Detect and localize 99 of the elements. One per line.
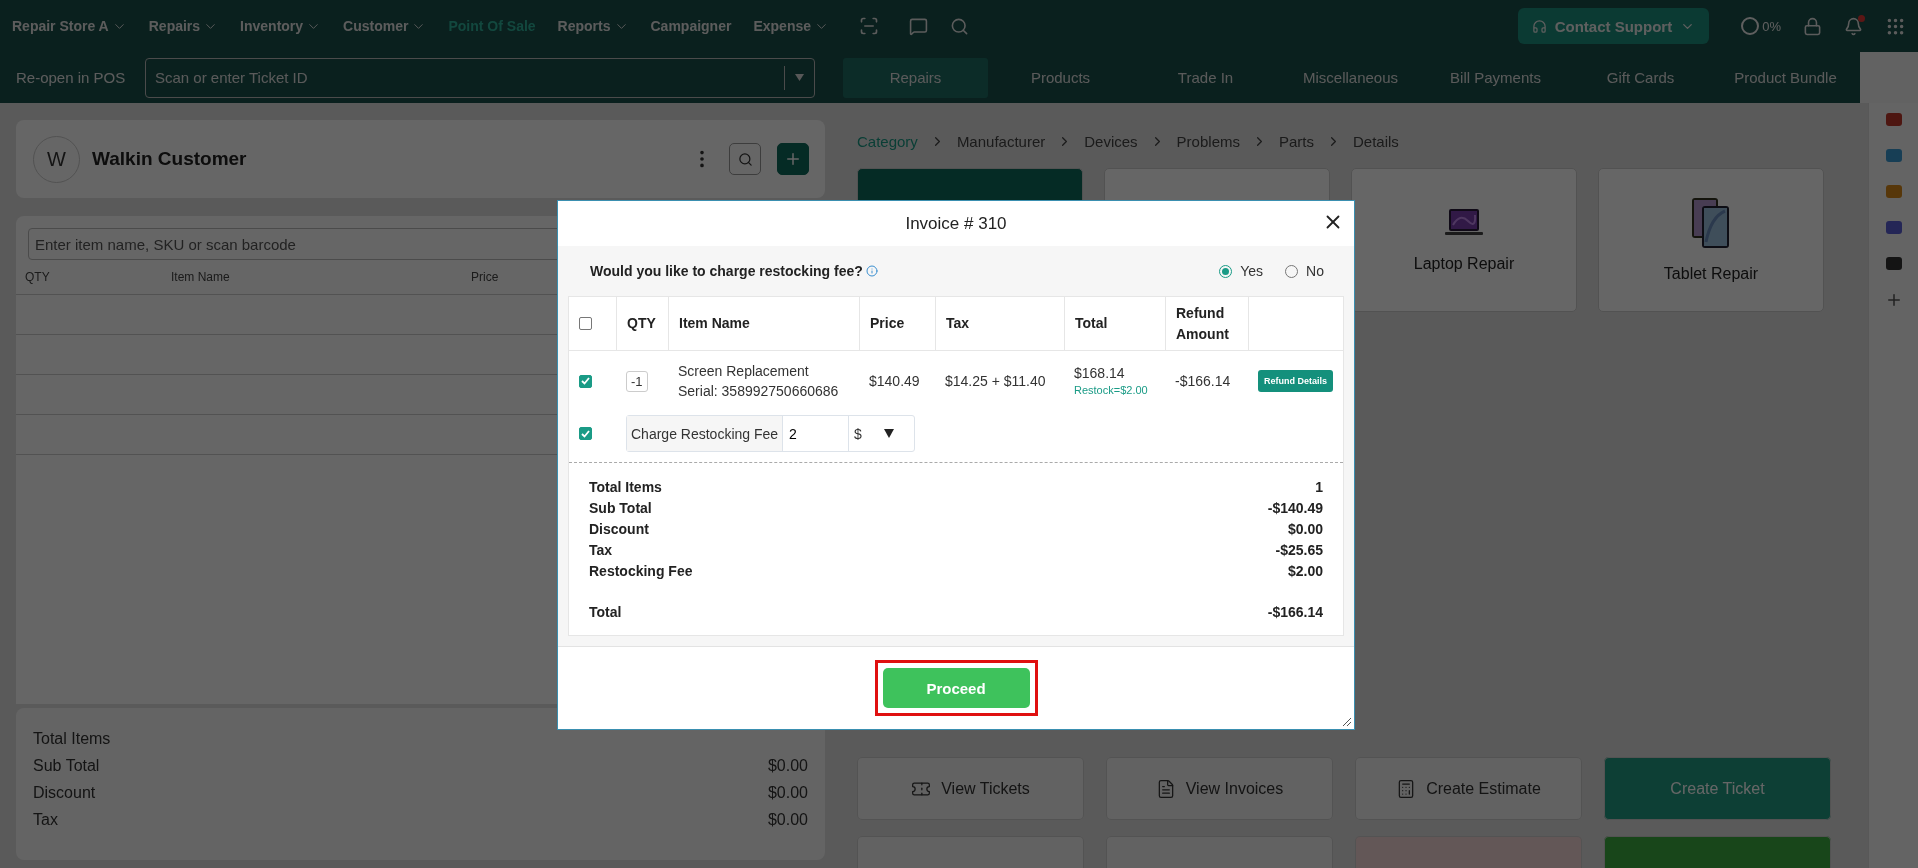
customer-name: Walkin Customer [92, 148, 248, 170]
check-icon [581, 377, 590, 385]
summary-value: -$25.65 [1275, 541, 1323, 560]
summary-label: Discount [589, 520, 649, 539]
nav-item[interactable]: Reports [557, 18, 629, 34]
info-icon[interactable] [865, 265, 878, 277]
column-header: QTY [627, 314, 656, 333]
category-tab[interactable]: Trade In [1133, 57, 1278, 98]
category-tab[interactable]: Products [988, 57, 1133, 98]
category-tab[interactable]: Bill Payments [1423, 57, 1568, 98]
summary-label: Tax [589, 541, 613, 560]
summary-value: -$166.14 [1267, 603, 1323, 622]
category-tab[interactable]: Product Bundle [1713, 57, 1858, 98]
radio-option[interactable]: No [1285, 263, 1324, 279]
app-shortcut-icon[interactable] [1884, 255, 1903, 271]
nav-item[interactable]: Repair Store A [12, 18, 127, 34]
total-label: Discount [33, 784, 96, 802]
breadcrumb-item[interactable]: Category [857, 133, 918, 150]
plus-icon [784, 150, 802, 168]
column-header: Price [870, 314, 905, 333]
restocking-checkbox[interactable] [579, 427, 592, 440]
app-shortcut-icon[interactable] [1884, 111, 1903, 127]
dropdown-caret-icon [795, 74, 804, 81]
column-header: Price [471, 270, 499, 284]
nav-item[interactable]: Customer [343, 18, 427, 34]
app-shortcut-icon[interactable] [1884, 147, 1903, 163]
summary-label: Total Items [589, 478, 662, 497]
headphones-icon [1531, 18, 1547, 34]
column-header: Total [1075, 314, 1108, 333]
table-cell-text: -$166.14 [1175, 371, 1232, 391]
summary-value: 1 [1315, 478, 1323, 497]
category-card[interactable]: Tablet Repair [1598, 168, 1824, 312]
summary-value: $0.00 [1287, 520, 1323, 539]
category-card[interactable]: Laptop Repair [1351, 168, 1577, 312]
contact-support-button[interactable]: Contact Support [1517, 8, 1710, 44]
column-header: Item Name [171, 270, 230, 284]
breadcrumb-item[interactable]: Details [1353, 133, 1399, 150]
total-value: $0.00 [767, 784, 808, 802]
summary-label: Total [589, 603, 622, 622]
nav-item[interactable]: Campaigner [650, 18, 732, 34]
search-icon[interactable] [950, 16, 969, 36]
lock-icon[interactable] [1803, 16, 1822, 36]
summary-value: -$140.49 [1267, 499, 1323, 518]
ticket-id-field[interactable]: Scan or enter Ticket ID [153, 68, 784, 87]
breadcrumb-item[interactable]: Problems [1176, 133, 1240, 150]
ticket-id-combobox[interactable]: Scan or enter Ticket ID [145, 57, 815, 98]
proceed-button[interactable]: Proceed [882, 668, 1030, 708]
nav-item[interactable]: Repairs [148, 18, 219, 34]
total-label: Tax [33, 811, 58, 829]
progress-text: 0% [1762, 18, 1781, 34]
column-header: Refund Amount [1176, 303, 1230, 344]
dialog-title: Invoice # 310 [905, 213, 1007, 234]
action-button[interactable]: Create Ticket [1604, 757, 1831, 820]
item-checkbox[interactable] [579, 374, 592, 388]
summary-value: $2.00 [1287, 562, 1323, 581]
app-shortcut-icon[interactable] [1884, 219, 1903, 235]
category-tab[interactable]: Gift Cards [1568, 57, 1713, 98]
bell-icon[interactable] [1844, 16, 1863, 36]
tablet-icon [1691, 197, 1731, 249]
total-label: Total Items [33, 730, 111, 748]
radio-option[interactable]: Yes [1219, 263, 1264, 279]
resize-handle-icon[interactable] [1342, 717, 1352, 727]
item-serial: Serial: 358992750660686 [678, 382, 840, 401]
column-header: QTY [25, 270, 50, 284]
item-name: Screen Replacement [678, 361, 810, 381]
progress-ring-icon [1741, 17, 1760, 35]
search-icon [737, 151, 753, 167]
category-tab[interactable]: Repairs [843, 57, 988, 98]
app-shortcut-icon[interactable] [1884, 183, 1903, 199]
total-value: $0.00 [767, 757, 808, 775]
action-button[interactable]: View Invoices [1106, 757, 1333, 820]
action-button[interactable]: Create Estimate [1355, 757, 1582, 820]
column-header: Tax [946, 314, 970, 333]
table-cell-text: $168.14 [1074, 363, 1126, 383]
select-all-checkbox[interactable] [579, 317, 592, 330]
scan-icon[interactable] [859, 16, 879, 36]
total-label: Sub Total [33, 757, 100, 775]
breadcrumb-item[interactable]: Manufacturer [956, 133, 1046, 150]
check-icon [581, 429, 590, 438]
breadcrumb-item[interactable]: Devices [1084, 133, 1138, 150]
add-button[interactable] [777, 143, 809, 175]
column-header: Item Name [679, 314, 750, 333]
nav-item[interactable]: Inventory [240, 18, 322, 34]
summary-label: Sub Total [589, 499, 652, 518]
nav-item[interactable]: Expense [753, 18, 829, 34]
reopen-label: Re-open in POS [16, 69, 127, 86]
search-button[interactable] [729, 143, 761, 175]
total-value: $0.00 [767, 811, 808, 829]
category-tab[interactable]: Miscellaneous [1278, 57, 1423, 98]
breadcrumb-item[interactable]: Parts [1278, 133, 1314, 150]
refund-details-button[interactable]: Refund Details [1258, 370, 1333, 392]
summary-label: Restocking Fee [589, 562, 693, 581]
table-cell-text: $14.25 + $11.40 [945, 371, 1047, 391]
qty-field[interactable]: -1 [626, 371, 648, 392]
restocking-question: Would you like to charge restocking fee? [590, 263, 863, 279]
table-cell-text: $140.49 [869, 371, 921, 391]
restock-note: Restock=$2.00 [1074, 383, 1149, 399]
action-button[interactable]: View Tickets [857, 757, 1084, 820]
chat-icon[interactable] [909, 16, 928, 36]
